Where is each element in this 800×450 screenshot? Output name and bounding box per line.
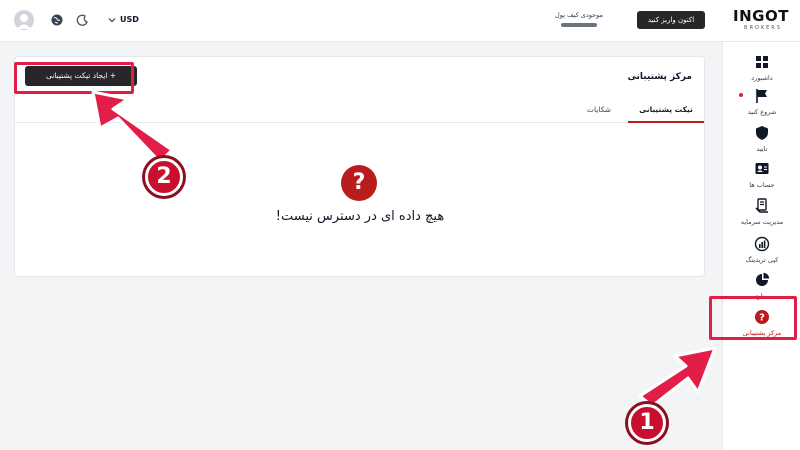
highlight-box-support-center <box>709 296 797 340</box>
sidebar-item-fund-management[interactable]: مدیریت سرمایه <box>723 194 800 236</box>
logo-text: INGOT <box>733 7 789 25</box>
copy-trading-icon <box>754 236 770 252</box>
theme-moon-icon[interactable] <box>76 13 90 27</box>
sidebar-item-label: داشبورد <box>751 74 773 82</box>
sidebar-item-get-started[interactable]: شروع کنید <box>723 84 800 126</box>
step-badge-2: 2 <box>145 158 183 196</box>
wallet-balance-label: موجودی کیف پول <box>554 11 603 19</box>
sidebar-item-accounts[interactable]: حساب ها <box>723 157 800 199</box>
sidebar-item-label: حساب ها <box>749 181 775 189</box>
dashboard-icon <box>756 56 768 68</box>
deposit-now-button[interactable]: اکنون واریز کنید <box>637 11 705 29</box>
flag-icon <box>756 89 767 103</box>
step-badge-1: 1 <box>628 404 666 442</box>
fund-management-icon <box>755 198 768 213</box>
support-tabs: تیکت پشتیبانی شکایات <box>15 99 704 123</box>
empty-state-question-icon: ? <box>341 165 377 201</box>
currency-label: USD <box>120 15 139 24</box>
sidebar-item-label: شروع کنید <box>747 108 777 116</box>
sidebar-item-label: کپی تریدینگ <box>745 256 779 264</box>
chevron-down-icon <box>108 18 116 23</box>
pie-chart-icon <box>756 272 770 286</box>
sidebar-item-label: تایید <box>756 145 768 153</box>
sidebar-item-label: مدیریت سرمایه <box>740 218 784 226</box>
top-header: INGOT BROKERS اکنون واریز کنید موجودی کی… <box>0 0 800 42</box>
ingot-logo[interactable]: INGOT BROKERS <box>733 8 793 36</box>
arrow-1 <box>638 346 717 408</box>
highlight-box-create-ticket <box>14 62 134 94</box>
shield-icon <box>756 126 768 140</box>
logo-subtext: BROKERS <box>744 25 782 31</box>
sidebar: داشبورد شروع کنید تایید حساب ها مدیریت س… <box>722 42 800 450</box>
page-title: مرکز پشتیبانی <box>627 72 692 82</box>
empty-state-message: هیچ داده ای در دسترس نیست! <box>275 209 445 224</box>
tab-complaints[interactable]: شکایات <box>572 99 626 123</box>
wallet-balance-loading-bar <box>561 23 597 27</box>
user-icon <box>17 14 31 29</box>
currency-selector[interactable]: USD <box>108 12 139 28</box>
notification-dot <box>739 93 743 97</box>
language-globe-icon[interactable] <box>50 13 64 27</box>
wallet-balance: موجودی کیف پول <box>548 10 610 32</box>
accounts-icon <box>755 163 769 174</box>
user-avatar[interactable] <box>14 10 34 30</box>
tab-support-ticket[interactable]: تیکت پشتیبانی <box>628 99 704 123</box>
